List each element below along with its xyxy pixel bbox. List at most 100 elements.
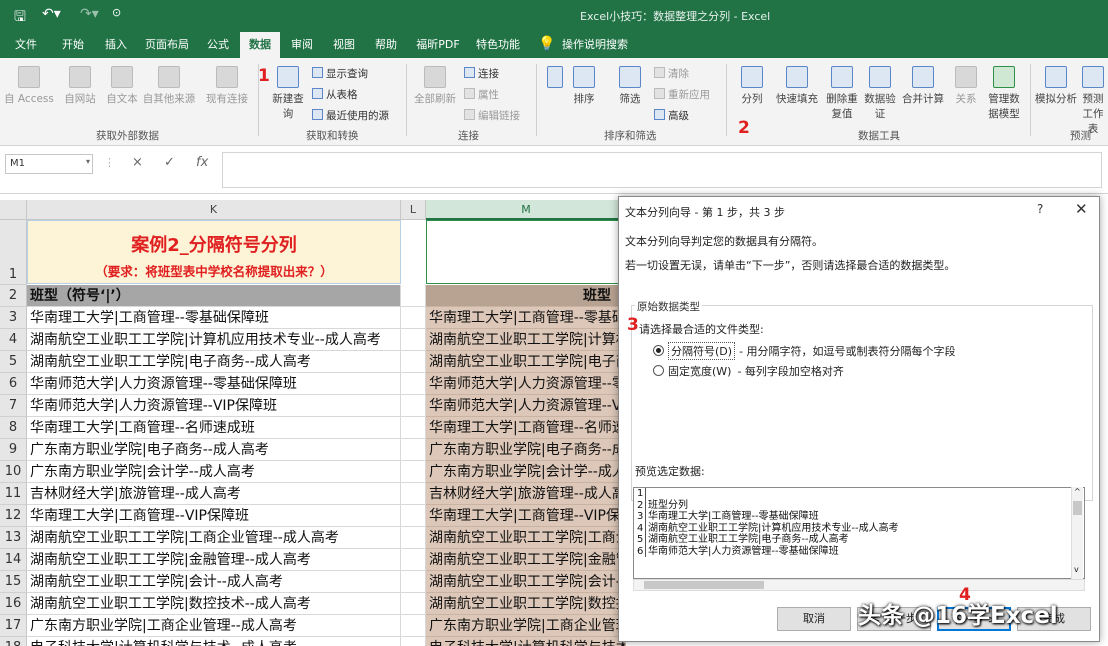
preview-box[interactable]: 1 2 班型分列 3 华南理工大学|工商管理--零基础保障班 4 湖南航空工业职工工学院|计… <box>633 487 1085 579</box>
row-header[interactable]: 10 <box>0 461 27 483</box>
table-row-k[interactable]: 华南理工大学|工商管理--VIP保障班 <box>27 505 401 527</box>
tab-foxit-pdf[interactable]: 福昕PDF <box>408 32 468 58</box>
relationships-button[interactable]: 关系 <box>948 66 984 106</box>
tab-file[interactable]: 文件 <box>6 32 46 58</box>
preview-horizontal-scrollbar[interactable] <box>633 579 1085 591</box>
properties-button[interactable]: 属性 <box>464 87 499 102</box>
tab-view[interactable]: 视图 <box>324 32 364 58</box>
reapply-button[interactable]: 重新应用 <box>654 87 710 102</box>
chevron-up-icon[interactable]: ^ <box>1074 487 1081 496</box>
cell-l[interactable] <box>401 439 426 461</box>
row-header[interactable]: 12 <box>0 505 27 527</box>
from-web-button[interactable]: 自网站 <box>58 66 102 106</box>
save-icon[interactable]: 🖫 <box>14 6 26 30</box>
tab-review[interactable]: 审阅 <box>282 32 322 58</box>
table-row-m[interactable]: 广东南方职业学院|工商企业管理--成人高考 <box>426 615 626 637</box>
table-row-m[interactable]: 华南理工大学|工商管理--零基础保障班 <box>426 307 626 329</box>
row-header[interactable]: 5 <box>0 351 27 373</box>
cell-m-header[interactable]: 班型 <box>426 285 626 307</box>
row-header[interactable]: 8 <box>0 417 27 439</box>
formula-input[interactable] <box>222 152 1102 188</box>
row-header[interactable]: 15 <box>0 571 27 593</box>
data-validation-button[interactable]: 数据验证 <box>862 66 898 121</box>
from-other-sources-button[interactable]: 自其他来源 <box>140 66 198 106</box>
cell-l[interactable] <box>401 571 426 593</box>
row-header[interactable]: 4 <box>0 329 27 351</box>
cell-l[interactable] <box>401 373 426 395</box>
tab-help[interactable]: 帮助 <box>366 32 406 58</box>
cell-l[interactable] <box>401 307 426 329</box>
flash-fill-button[interactable]: 快速填充 <box>772 66 822 106</box>
cell-k1-title[interactable]: 案例2_分隔符号分列 （要求：将班型表中学校名称提取出来？） <box>27 220 401 284</box>
table-row-k[interactable]: 广东南方职业学院|会计学--成人高考 <box>27 461 401 483</box>
row-header[interactable]: 6 <box>0 373 27 395</box>
table-row-m[interactable]: 湖南航空工业职工工学院|数控技术--成人高考 <box>426 593 626 615</box>
table-row-m[interactable]: 湖南航空工业职工工学院|工商企业管理--成人高考 <box>426 527 626 549</box>
table-row-m[interactable]: 华南师范大学|人力资源管理--零基础保障班 <box>426 373 626 395</box>
radio-fixed-width[interactable]: 固定宽度(W) - 每列字段加空格对齐 <box>653 363 844 379</box>
remove-duplicates-button[interactable]: 删除重复值 <box>824 66 860 121</box>
enter-formula-button[interactable]: ✓ <box>164 155 175 170</box>
row-header[interactable]: 16 <box>0 593 27 615</box>
row-header[interactable]: 18 <box>0 637 27 646</box>
cell-l[interactable] <box>401 637 426 646</box>
data-model-button[interactable]: 管理数据模型 <box>984 66 1024 121</box>
chevron-down-icon[interactable]: v <box>1074 565 1079 574</box>
cancel-button[interactable]: 取消 <box>777 607 851 631</box>
connections-button[interactable]: 连接 <box>464 66 499 81</box>
table-row-k[interactable]: 湖南航空工业职工工学院|计算机应用技术专业--成人高考 <box>27 329 401 351</box>
redo-icon[interactable]: ↷▾ <box>80 6 99 22</box>
cell-l[interactable] <box>401 549 426 571</box>
show-queries-button[interactable]: 显示查询 <box>312 66 368 81</box>
cell-l[interactable] <box>401 285 426 307</box>
from-table-button[interactable]: 从表格 <box>312 87 358 102</box>
table-row-m[interactable]: 华南理工大学|工商管理--名师速成班 <box>426 417 626 439</box>
tab-home[interactable]: 开始 <box>52 32 94 58</box>
table-row-k[interactable]: 湖南航空工业职工工学院|会计--成人高考 <box>27 571 401 593</box>
what-if-button[interactable]: 模拟分析 <box>1034 66 1078 106</box>
cell-k-header[interactable]: 班型（符号‘|’） <box>27 285 401 307</box>
name-box[interactable]: M1 <box>5 154 93 174</box>
row-header[interactable]: 2 <box>0 285 27 307</box>
row-header[interactable]: 13 <box>0 527 27 549</box>
column-header-l[interactable]: L <box>401 200 426 220</box>
tab-data[interactable]: 数据 <box>240 32 280 58</box>
forecast-sheet-button[interactable]: 预测工作表 <box>1080 66 1106 136</box>
tell-me-search[interactable]: 操作说明搜索 <box>558 32 632 58</box>
edit-links-button[interactable]: 编辑链接 <box>464 108 520 123</box>
row-header[interactable]: 9 <box>0 439 27 461</box>
existing-connections-button[interactable]: 现有连接 <box>202 66 252 106</box>
tab-insert[interactable]: 插入 <box>96 32 136 58</box>
cell-l[interactable] <box>401 527 426 549</box>
preview-vertical-scrollbar[interactable]: ^ v <box>1071 487 1083 579</box>
table-row-k[interactable]: 广东南方职业学院|工商企业管理--成人高考 <box>27 615 401 637</box>
tab-formulas[interactable]: 公式 <box>198 32 238 58</box>
text-to-columns-button[interactable]: 分列 <box>734 66 770 106</box>
cell-l[interactable] <box>401 615 426 637</box>
row-header[interactable]: 11 <box>0 483 27 505</box>
drag-handle-icon[interactable]: ⋮ <box>104 156 115 169</box>
recent-sources-button[interactable]: 最近使用的源 <box>312 108 389 123</box>
table-row-m[interactable]: 广东南方职业学院|会计学--成人高考 <box>426 461 626 483</box>
close-button[interactable]: ✕ <box>1075 200 1088 218</box>
cancel-formula-button[interactable]: × <box>132 155 143 170</box>
table-row-m[interactable]: 湖南航空工业职工工学院|计算机应用技术专业--成人高考 <box>426 329 626 351</box>
column-header-m[interactable]: M <box>426 200 626 220</box>
from-text-button[interactable]: 自文本 <box>104 66 140 106</box>
table-row-m[interactable]: 华南理工大学|工商管理--VIP保障班 <box>426 505 626 527</box>
tab-features[interactable]: 特色功能 <box>470 32 526 58</box>
touch-mode-icon[interactable]: ⊙ <box>112 6 121 19</box>
cell-l[interactable] <box>401 505 426 527</box>
cell-l[interactable] <box>401 417 426 439</box>
tab-page-layout[interactable]: 页面布局 <box>138 32 196 58</box>
table-row-m[interactable]: 华南师范大学|人力资源管理--VIP保障班 <box>426 395 626 417</box>
radio-delimited[interactable]: 分隔符号(D) - 用分隔字符，如逗号或制表符分隔每个字段 <box>653 342 956 360</box>
filter-button[interactable]: 筛选 <box>612 66 648 106</box>
table-row-m[interactable]: 湖南航空工业职工工学院|会计--成人高考 <box>426 571 626 593</box>
cell-l[interactable] <box>401 395 426 417</box>
table-row-m[interactable]: 电子科技大学|计算机科学与技术--成人高考 <box>426 637 626 646</box>
new-query-button[interactable]: 新建查询 <box>268 66 308 121</box>
cell-l[interactable] <box>401 483 426 505</box>
table-row-m[interactable]: 湖南航空工业职工工学院|电子商务--成人高考 <box>426 351 626 373</box>
row-header[interactable]: 7 <box>0 395 27 417</box>
